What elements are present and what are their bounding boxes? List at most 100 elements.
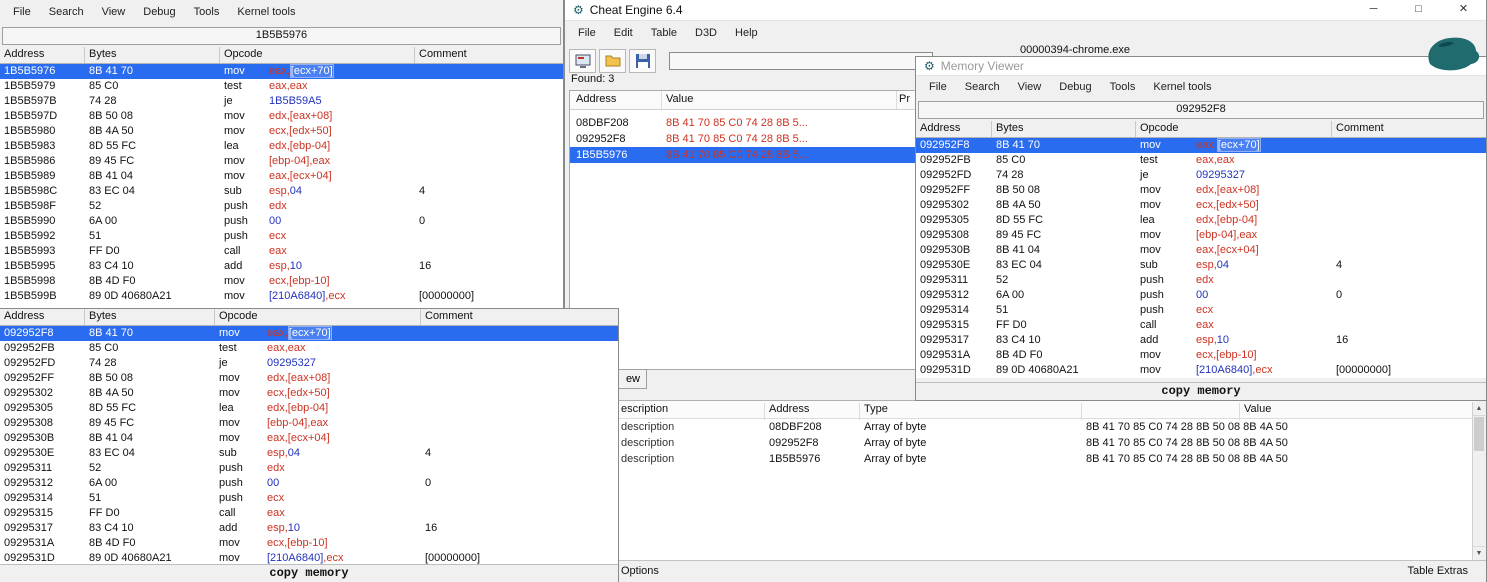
menu-item-edit[interactable]: Edit	[605, 22, 642, 44]
menu-item-file[interactable]: File	[569, 22, 605, 44]
disasm-row-09295315[interactable]: 09295315FF D0calleax	[0, 506, 618, 521]
column-header-address[interactable]: Address	[570, 91, 662, 109]
column-header-opcode[interactable]: Opcode	[220, 47, 415, 63]
memory-view-toolbar-button[interactable]	[569, 49, 596, 73]
column-header-address[interactable]: Address	[916, 121, 992, 137]
menu-item-view[interactable]: View	[93, 1, 135, 23]
disasm-row-0929531D[interactable]: 0929531D89 0D 40680A21mov[210A6840],ecx[…	[916, 363, 1486, 378]
disasm-row-092952FB[interactable]: 092952FB85 C0testeax,eax	[916, 153, 1486, 168]
disasm-row-1B5B5992[interactable]: 1B5B599251pushecx	[0, 229, 563, 244]
column-header-bytes[interactable]: Bytes	[85, 309, 215, 325]
maximize-button[interactable]: □	[1396, 0, 1441, 20]
table-extras-label[interactable]: Table Extras	[1407, 565, 1468, 577]
menu-item-d3d[interactable]: D3D	[686, 22, 726, 44]
table-scrollbar[interactable]: ▲ ▼	[1472, 402, 1485, 560]
column-header-comment[interactable]: Comment	[1332, 121, 1486, 137]
disasm-row-09295315[interactable]: 09295315FF D0calleax	[916, 318, 1486, 333]
copy-memory-label[interactable]: copy memory	[0, 564, 618, 582]
column-header-bytes[interactable]: Bytes	[992, 121, 1136, 137]
menu-item-debug[interactable]: Debug	[1050, 76, 1100, 98]
disasm-row-1B5B5980[interactable]: 1B5B59808B 4A 50movecx,[edx+50]	[0, 124, 563, 139]
minimize-button[interactable]: ─	[1351, 0, 1396, 20]
disasm-row-09295312[interactable]: 092953126A 00push000	[916, 288, 1486, 303]
cheat-table-row-08DBF208[interactable]: description08DBF208Array of byte8B 41 70…	[565, 419, 1476, 435]
column-header-bytes[interactable]: Bytes	[85, 47, 220, 63]
disasm-row-1B5B5976[interactable]: 1B5B59768B 41 70moveax,[ecx+70]	[0, 64, 563, 79]
disasm-row-1B5B5998[interactable]: 1B5B59988B 4D F0movecx,[ebp-10]	[0, 274, 563, 289]
menu-item-file[interactable]: File	[920, 76, 956, 98]
current-address-box[interactable]: 092952F8	[918, 101, 1484, 119]
disasm-row-0929530B[interactable]: 0929530B8B 41 04moveax,[ecx+04]	[0, 431, 618, 446]
column-header-address[interactable]: Address	[0, 309, 85, 325]
disasm-row-1B5B597D[interactable]: 1B5B597D8B 50 08movedx,[eax+08]	[0, 109, 563, 124]
found-row-092952F8[interactable]: 092952F88B 41 70 85 C0 74 28 8B 5...	[570, 131, 915, 147]
disasm-row-09295302[interactable]: 092953028B 4A 50movecx,[edx+50]	[916, 198, 1486, 213]
scroll-down-arrow[interactable]: ▼	[1473, 546, 1485, 560]
disasm-row-09295308[interactable]: 0929530889 45 FCmov[ebp-04],eax	[916, 228, 1486, 243]
disasm-row-1B5B597B[interactable]: 1B5B597B74 28je1B5B59A5	[0, 94, 563, 109]
disasm-row-1B5B5979[interactable]: 1B5B597985 C0testeax,eax	[0, 79, 563, 94]
cheat-table-row-1B5B5976[interactable]: description1B5B5976Array of byte8B 41 70…	[565, 451, 1476, 467]
disasm-row-09295308[interactable]: 0929530889 45 FCmov[ebp-04],eax	[0, 416, 618, 431]
column-header-address[interactable]: Address	[0, 47, 85, 63]
menu-item-search[interactable]: Search	[40, 1, 93, 23]
disasm-row-09295317[interactable]: 0929531783 C4 10addesp,1016	[0, 521, 618, 536]
column-header-description[interactable]: escription	[621, 403, 668, 415]
disasm-row-09295305[interactable]: 092953058D 55 FCleaedx,[ebp-04]	[0, 401, 618, 416]
menu-item-tools[interactable]: Tools	[1101, 76, 1145, 98]
disasm-row-09295302[interactable]: 092953028B 4A 50movecx,[edx+50]	[0, 386, 618, 401]
disasm-row-1B5B5993[interactable]: 1B5B5993FF D0calleax	[0, 244, 563, 259]
copy-memory-label[interactable]: copy memory	[916, 382, 1486, 400]
disasm-row-092952FD[interactable]: 092952FD74 28je09295327	[0, 356, 618, 371]
close-button[interactable]: ✕	[1441, 0, 1486, 20]
disasm-row-092952FF[interactable]: 092952FF8B 50 08movedx,[eax+08]	[916, 183, 1486, 198]
column-header-comment[interactable]: Comment	[415, 47, 563, 63]
menu-item-file[interactable]: File	[4, 1, 40, 23]
disasm-row-092952FD[interactable]: 092952FD74 28je09295327	[916, 168, 1486, 183]
menu-item-table[interactable]: Table	[642, 22, 686, 44]
open-table-button[interactable]	[599, 49, 626, 73]
disasm-row-1B5B598C[interactable]: 1B5B598C83 EC 04subesp,044	[0, 184, 563, 199]
disasm-row-09295314[interactable]: 0929531451pushecx	[916, 303, 1486, 318]
disasm-row-0929531A[interactable]: 0929531A8B 4D F0movecx,[ebp-10]	[0, 536, 618, 551]
found-row-08DBF208[interactable]: 08DBF2088B 41 70 85 C0 74 28 8B 5...	[570, 115, 915, 131]
disasm-row-09295311[interactable]: 0929531152pushedx	[916, 273, 1486, 288]
disasm-row-0929530B[interactable]: 0929530B8B 41 04moveax,[ecx+04]	[916, 243, 1486, 258]
disasm-row-1B5B5983[interactable]: 1B5B59838D 55 FCleaedx,[ebp-04]	[0, 139, 563, 154]
menu-item-kernel-tools[interactable]: Kernel tools	[228, 1, 304, 23]
disasm-row-1B5B5990[interactable]: 1B5B59906A 00push000	[0, 214, 563, 229]
disasm-row-092952F8[interactable]: 092952F88B 41 70moveax,[ecx+70]	[916, 138, 1486, 153]
column-header-value[interactable]: Value	[662, 91, 897, 109]
disasm-row-0929531D[interactable]: 0929531D89 0D 40680A21mov[210A6840],ecx[…	[0, 551, 618, 564]
disasm-row-0929531A[interactable]: 0929531A8B 4D F0movecx,[ebp-10]	[916, 348, 1486, 363]
disasm-row-092952FF[interactable]: 092952FF8B 50 08movedx,[eax+08]	[0, 371, 618, 386]
disasm-row-09295314[interactable]: 0929531451pushecx	[0, 491, 618, 506]
disasm-row-1B5B5989[interactable]: 1B5B59898B 41 04moveax,[ecx+04]	[0, 169, 563, 184]
column-header-opcode[interactable]: Opcode	[1136, 121, 1332, 137]
disasm-row-1B5B5986[interactable]: 1B5B598689 45 FCmov[ebp-04],eax	[0, 154, 563, 169]
column-header-table-value[interactable]: Value	[1244, 403, 1271, 415]
column-header-type[interactable]: Type	[864, 403, 888, 415]
menu-item-help[interactable]: Help	[726, 22, 767, 44]
disasm-row-09295311[interactable]: 0929531152pushedx	[0, 461, 618, 476]
disasm-row-0929530E[interactable]: 0929530E83 EC 04subesp,044	[0, 446, 618, 461]
menu-item-tools[interactable]: Tools	[185, 1, 229, 23]
disasm-row-09295305[interactable]: 092953058D 55 FCleaedx,[ebp-04]	[916, 213, 1486, 228]
options-label[interactable]: Options	[621, 565, 659, 577]
disasm-row-092952F8[interactable]: 092952F88B 41 70moveax,[ecx+70]	[0, 326, 618, 341]
menu-item-debug[interactable]: Debug	[134, 1, 184, 23]
disasm-row-09295317[interactable]: 0929531783 C4 10addesp,1016	[916, 333, 1486, 348]
scrollbar-thumb[interactable]	[1474, 417, 1484, 451]
disasm-row-0929530E[interactable]: 0929530E83 EC 04subesp,044	[916, 258, 1486, 273]
column-header-comment[interactable]: Comment	[421, 309, 618, 325]
current-address-box[interactable]: 1B5B5976	[2, 27, 561, 45]
save-table-button[interactable]	[629, 49, 656, 73]
disasm-row-092952FB[interactable]: 092952FB85 C0testeax,eax	[0, 341, 618, 356]
disasm-row-09295312[interactable]: 092953126A 00push000	[0, 476, 618, 491]
disasm-row-1B5B598F[interactable]: 1B5B598F52pushedx	[0, 199, 563, 214]
disasm-row-1B5B5995[interactable]: 1B5B599583 C4 10addesp,1016	[0, 259, 563, 274]
menu-item-view[interactable]: View	[1009, 76, 1051, 98]
memory-viewer-title-bar[interactable]: ⚙ Memory Viewer	[916, 57, 1486, 76]
column-header-table-address[interactable]: Address	[769, 403, 809, 415]
disasm-row-1B5B599B[interactable]: 1B5B599B89 0D 40680A21mov[210A6840],ecx[…	[0, 289, 563, 304]
